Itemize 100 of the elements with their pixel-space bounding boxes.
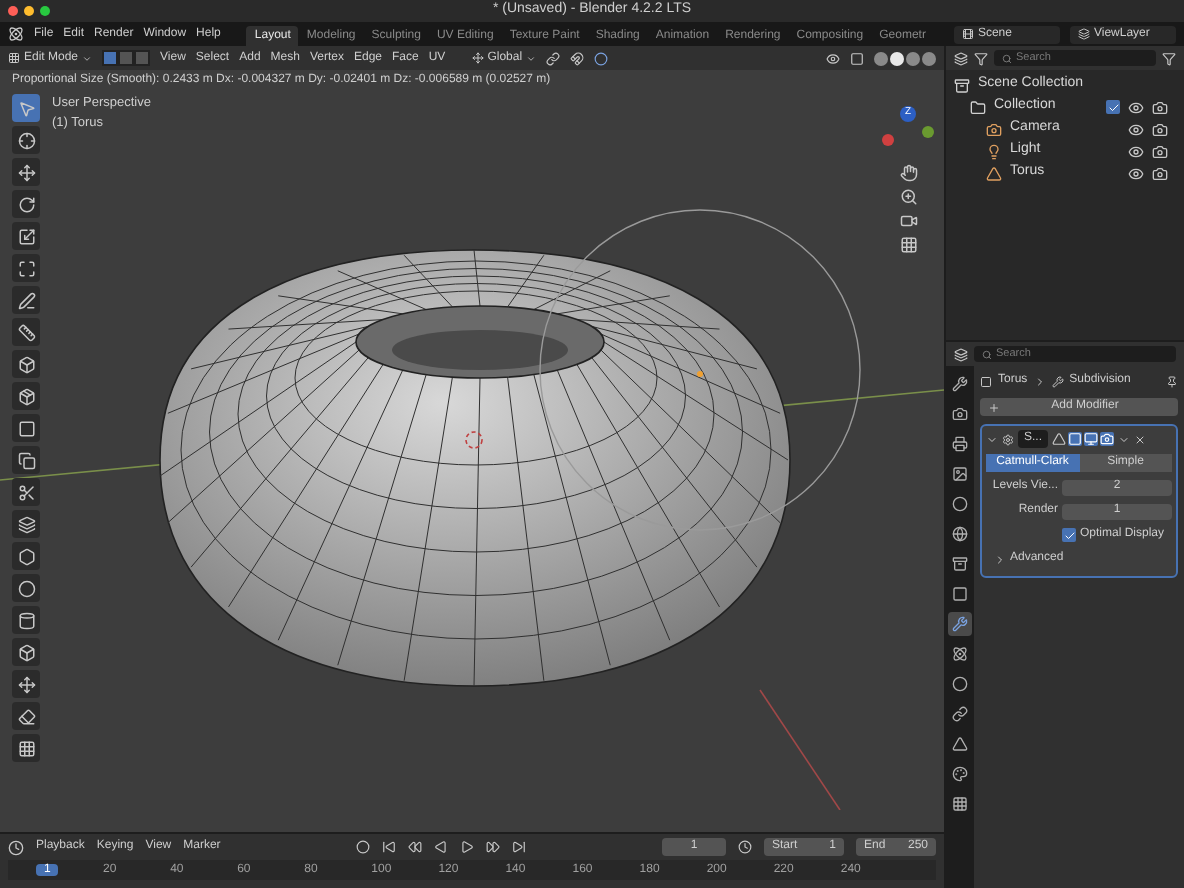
rotate-icon[interactable] — [17, 195, 35, 213]
layers-icon — [1077, 28, 1090, 40]
move-icon[interactable] — [17, 163, 35, 181]
properties-tab[interactable] — [948, 522, 972, 546]
copy-icon[interactable] — [17, 451, 35, 469]
clock-icon[interactable] — [738, 840, 753, 854]
camera-icon[interactable] — [1152, 121, 1168, 137]
properties-tab[interactable] — [948, 702, 972, 726]
x-axis-line — [759, 689, 841, 810]
jump-start-icon[interactable] — [382, 840, 397, 854]
close-button[interactable] — [8, 6, 18, 16]
eye-icon[interactable] — [1128, 121, 1144, 137]
caret-icon[interactable] — [1118, 433, 1131, 445]
box-icon — [954, 77, 970, 93]
pen-icon[interactable] — [17, 291, 35, 309]
search-icon — [1002, 53, 1012, 63]
camera-icon[interactable] — [1152, 99, 1168, 115]
checkbox[interactable] — [1062, 528, 1076, 542]
eraser-icon[interactable] — [17, 707, 35, 725]
eye-icon[interactable] — [1128, 143, 1144, 159]
move-icon[interactable] — [17, 675, 35, 693]
checkbox[interactable] — [1106, 100, 1120, 114]
frame-icon[interactable] — [17, 259, 35, 277]
chevron-icon — [986, 433, 998, 445]
chevron-icon — [1033, 375, 1046, 387]
scene-icon — [961, 28, 974, 40]
crosshair-icon[interactable] — [17, 131, 35, 149]
snap-icon[interactable] — [570, 51, 585, 65]
expand-toggle[interactable] — [986, 433, 998, 445]
grid-icon[interactable] — [17, 739, 35, 757]
proportional-edit-icon[interactable] — [594, 51, 609, 65]
search-icon — [982, 349, 992, 359]
filter-icon[interactable] — [974, 51, 988, 65]
pin-icon[interactable] — [1166, 375, 1178, 387]
origin-dot — [697, 371, 703, 377]
caret-icon — [526, 53, 537, 63]
properties-tab[interactable] — [948, 372, 972, 396]
package-icon[interactable] — [17, 387, 35, 405]
filter-icon[interactable] — [1162, 51, 1176, 65]
zoom-icon[interactable] — [899, 188, 917, 206]
scale-icon[interactable] — [17, 227, 35, 245]
triangle-icon — [986, 165, 1002, 181]
object-icon — [980, 375, 992, 387]
properties-tab[interactable] — [948, 402, 972, 426]
monitor-icon[interactable] — [1084, 432, 1099, 446]
properties-tab[interactable] — [948, 672, 972, 696]
properties-tab[interactable] — [948, 462, 972, 486]
cursor-icon — [465, 431, 483, 449]
record-icon[interactable] — [356, 840, 371, 854]
visibility-icon[interactable] — [826, 51, 840, 65]
fast-forward-icon[interactable] — [486, 840, 501, 854]
lightbulb-icon — [986, 143, 1002, 159]
editor-type-icon[interactable] — [954, 347, 968, 361]
select-mode-button[interactable] — [102, 50, 119, 66]
editmode-icon[interactable] — [1068, 432, 1083, 446]
camera-icon[interactable] — [1152, 143, 1168, 159]
eye-icon[interactable] — [1128, 165, 1144, 181]
square-icon[interactable] — [17, 419, 35, 437]
circle-icon[interactable] — [17, 579, 35, 597]
logo-icon[interactable] — [8, 26, 24, 42]
camera-icon[interactable] — [1152, 165, 1168, 181]
play-reverse-icon[interactable] — [434, 840, 449, 854]
properties-tab[interactable] — [948, 432, 972, 456]
close-icon[interactable] — [1134, 433, 1147, 445]
display-mode-icon[interactable] — [954, 51, 968, 65]
xray-icon[interactable] — [850, 51, 864, 65]
rewind-icon[interactable] — [408, 840, 423, 854]
chevron-icon — [994, 553, 1006, 565]
grid-icon[interactable] — [899, 236, 917, 254]
cube-icon[interactable] — [17, 355, 35, 373]
cylinder-icon[interactable] — [17, 611, 35, 629]
cube-icon[interactable] — [17, 643, 35, 661]
camera-icon — [986, 121, 1002, 137]
folder-icon — [970, 99, 986, 115]
maximize-button[interactable] — [40, 6, 50, 16]
plus-icon — [988, 401, 1000, 413]
properties-tab[interactable] — [948, 492, 972, 516]
timeline-icon[interactable] — [8, 839, 24, 855]
properties-tab[interactable] — [948, 762, 972, 786]
jump-end-icon[interactable] — [512, 840, 527, 854]
layers-icon[interactable] — [17, 515, 35, 533]
axes-icon — [471, 52, 484, 64]
properties-tab[interactable] — [948, 552, 972, 576]
edit-mode-icon — [8, 52, 20, 64]
play-icon[interactable] — [460, 840, 475, 854]
camera-icon[interactable] — [899, 212, 917, 230]
properties-tab[interactable] — [948, 582, 972, 606]
properties-tab[interactable] — [948, 732, 972, 756]
minimize-button[interactable] — [24, 6, 34, 16]
caret-icon — [82, 53, 93, 63]
properties-tab[interactable] — [948, 642, 972, 666]
modifier-icon — [1002, 433, 1014, 445]
ruler-icon[interactable] — [17, 323, 35, 341]
pointer-icon[interactable] — [17, 99, 35, 117]
eye-icon[interactable] — [1128, 99, 1144, 115]
hexagon-icon[interactable] — [17, 547, 35, 565]
properties-tab[interactable] — [948, 612, 972, 636]
properties-tab[interactable] — [948, 792, 972, 816]
hand-icon[interactable] — [899, 164, 917, 182]
scissors-icon[interactable] — [17, 483, 35, 501]
